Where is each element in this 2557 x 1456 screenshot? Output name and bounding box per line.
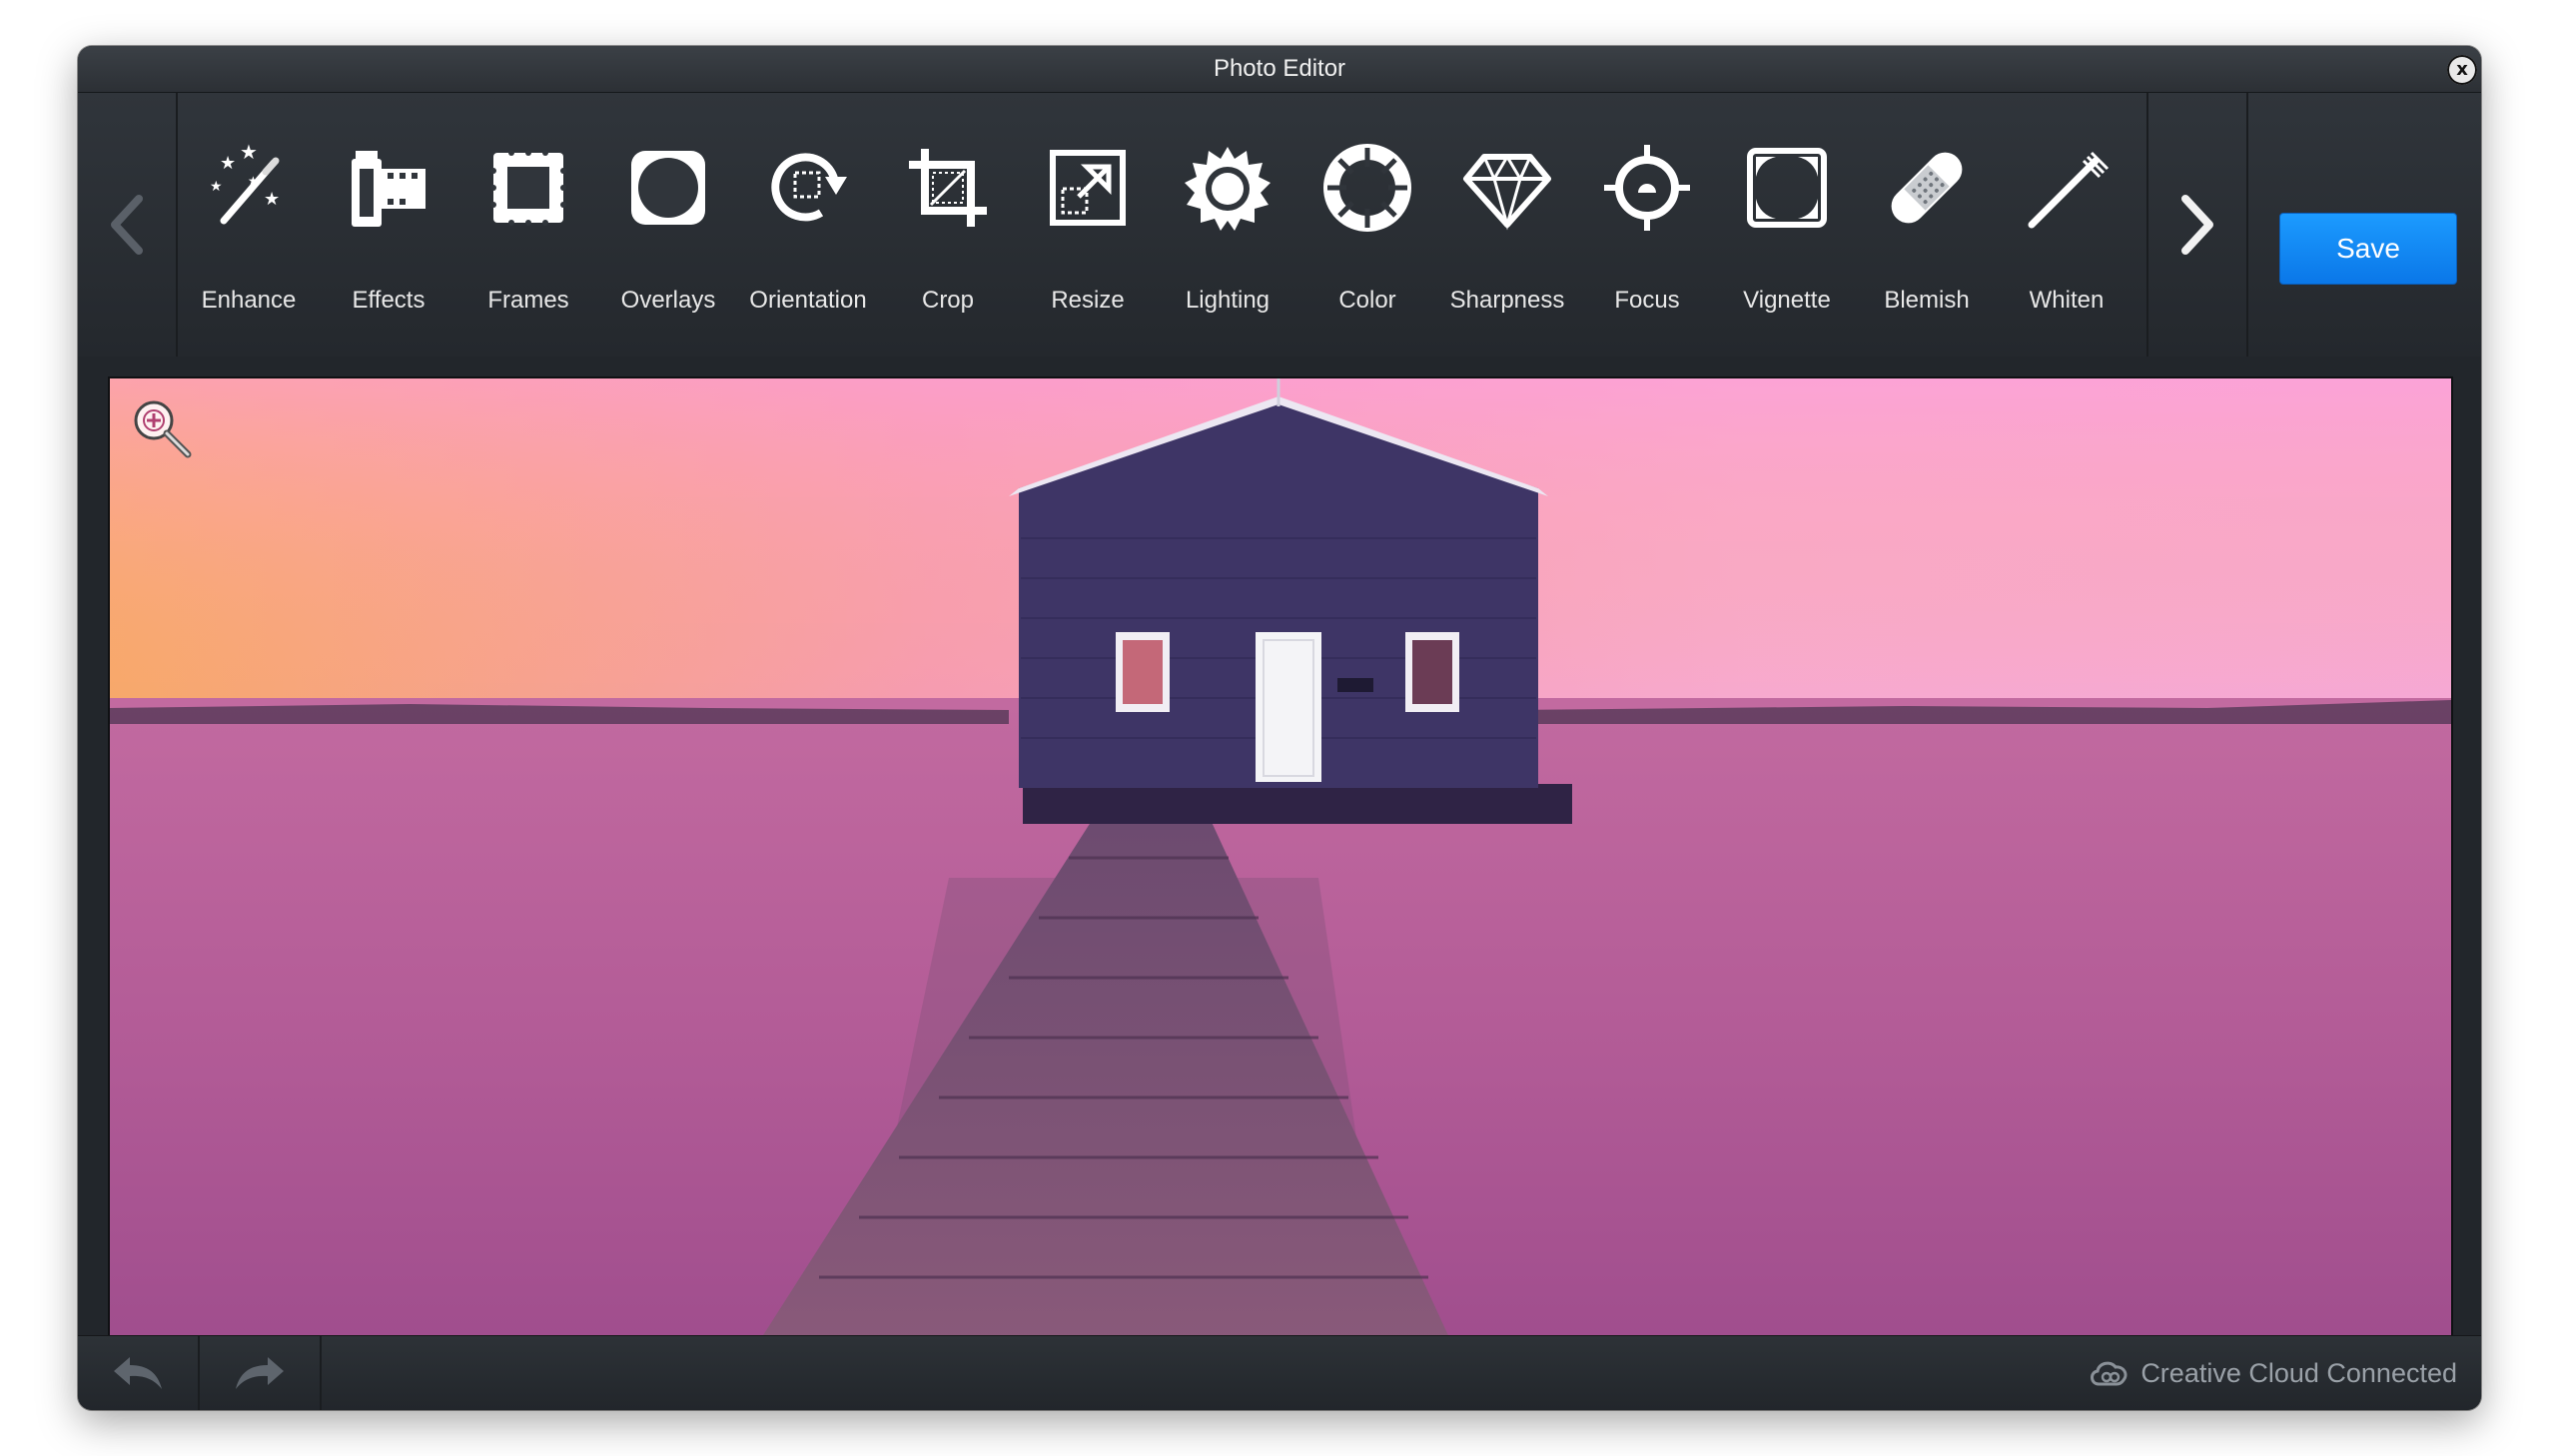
svg-text:★: ★ xyxy=(248,174,259,188)
toolbar-prev-button[interactable] xyxy=(78,93,178,357)
chevron-right-icon xyxy=(2181,195,2213,255)
tool-enhance[interactable]: ★ ★ ★ ★ ★ Enhance xyxy=(179,93,319,357)
tool-label: Whiten xyxy=(2029,287,2105,314)
magic-wand-icon: ★ ★ ★ ★ ★ xyxy=(210,143,280,225)
window-title: Photo Editor xyxy=(1213,55,1346,82)
undo-icon xyxy=(114,1357,162,1389)
tool-orientation[interactable]: Orientation xyxy=(738,93,878,357)
diamond-icon xyxy=(1463,154,1551,231)
overlay-icon xyxy=(631,151,705,225)
tool-whiten[interactable]: Whiten xyxy=(1997,93,2136,357)
resize-icon xyxy=(1050,150,1126,226)
tool-list: ★ ★ ★ ★ ★ Enhance Effects Frames Overlay… xyxy=(178,93,2144,357)
tool-color[interactable]: Color xyxy=(1297,93,1437,357)
creative-cloud-icon xyxy=(2091,1361,2128,1386)
tool-crop[interactable]: Crop xyxy=(878,93,1018,357)
tool-effects[interactable]: Effects xyxy=(319,93,458,357)
tool-focus[interactable]: Focus xyxy=(1577,93,1717,357)
undo-button[interactable] xyxy=(78,1336,200,1410)
tool-vignette[interactable]: Vignette xyxy=(1717,93,1857,357)
photo-canvas[interactable] xyxy=(108,376,2453,1359)
frame-icon xyxy=(490,150,566,226)
svg-text:★: ★ xyxy=(210,178,223,194)
canvas-area xyxy=(78,357,2481,1385)
tool-overlays[interactable]: Overlays xyxy=(598,93,738,357)
boathouse-photo xyxy=(110,378,2451,1357)
tool-sharpness[interactable]: Sharpness xyxy=(1437,93,1577,357)
footer-bar: Creative Cloud Connected xyxy=(78,1335,2481,1410)
crop-icon xyxy=(909,149,987,227)
title-bar: Photo Editor x xyxy=(78,46,2481,93)
svg-text:★: ★ xyxy=(264,189,280,209)
close-button[interactable]: x xyxy=(2447,55,2477,85)
bandage-icon xyxy=(1891,152,1963,224)
toolbar: ★ ★ ★ ★ ★ Enhance Effects Frames Overlay… xyxy=(78,93,2481,357)
photo-editor-window: Photo Editor x ★ ★ ★ ★ ★ Enhance Effects… xyxy=(78,46,2481,1410)
tool-resize[interactable]: Resize xyxy=(1018,93,1158,357)
film-icon xyxy=(352,151,426,227)
rotate-icon xyxy=(771,153,847,222)
save-button[interactable]: Save xyxy=(2279,213,2457,285)
svg-text:★: ★ xyxy=(240,143,258,164)
toolbar-next-button[interactable] xyxy=(2146,93,2248,357)
chevron-left-icon xyxy=(111,195,143,255)
tool-blemish[interactable]: Blemish xyxy=(1857,93,1997,357)
sun-icon xyxy=(1185,147,1271,231)
tool-lighting[interactable]: Lighting xyxy=(1158,93,1297,357)
vignette-icon xyxy=(1747,148,1827,228)
creative-cloud-label: Creative Cloud Connected xyxy=(2140,1357,2457,1388)
redo-icon xyxy=(236,1357,284,1389)
tool-frames[interactable]: Frames xyxy=(458,93,598,357)
focus-target-icon xyxy=(1604,145,1690,231)
toothbrush-icon xyxy=(2028,151,2110,229)
creative-cloud-status: Creative Cloud Connected xyxy=(2089,1336,2457,1410)
color-wheel-icon xyxy=(1323,144,1411,232)
redo-button[interactable] xyxy=(200,1336,322,1410)
zoom-in-icon[interactable] xyxy=(130,396,196,462)
svg-text:★: ★ xyxy=(220,153,236,173)
